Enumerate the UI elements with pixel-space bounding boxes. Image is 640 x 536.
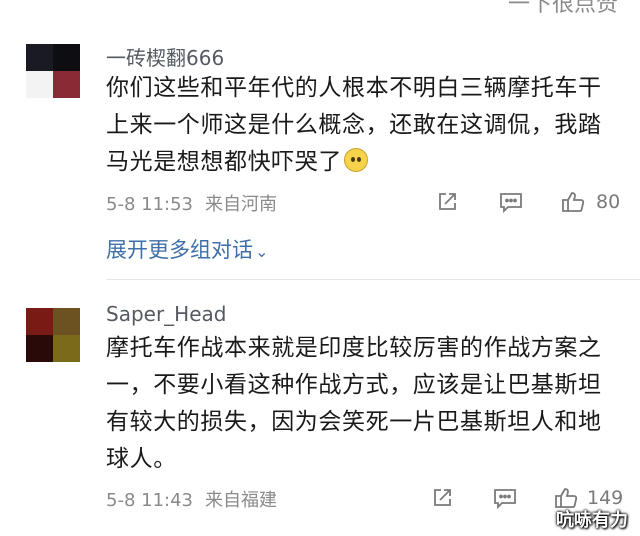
comment-location: 来自福建 (205, 490, 277, 511)
comment-line: 你们这些和平年代的人根本不明白三辆摩托车干 (106, 75, 602, 101)
expand-more-replies-link[interactable]: 展开更多组对话 ⌄ (106, 234, 268, 264)
expand-label: 展开更多组对话 (106, 238, 253, 262)
comment-time: 5-8 11:43 (106, 490, 193, 511)
share-icon (439, 193, 456, 210)
avatar-tile (26, 71, 53, 98)
username[interactable]: Saper_Head (106, 302, 226, 326)
watermark: 吭哧有力 (556, 510, 628, 531)
avatar-tile (26, 335, 53, 362)
comment-icon (500, 193, 522, 214)
comment-location: 来自河南 (205, 194, 277, 215)
avatar-tile (53, 44, 80, 71)
username[interactable]: 一砖楔翻666 (106, 42, 224, 71)
comment-line-last: 马光是想想都快吓哭了 (106, 144, 626, 181)
thumbs-up-icon (562, 192, 585, 212)
comment-item: 一砖楔翻666 你们这些和平年代的人根本不明白三辆摩托车干 上来一个师这是什么概… (0, 0, 640, 280)
avatar[interactable] (26, 44, 80, 98)
avatar-tile (53, 335, 80, 362)
comment-line: 一，不要小看这种作战方式，应该是让巴基斯坦 (106, 372, 602, 398)
comment-line-text: 马光是想想都快吓哭了 (106, 149, 342, 175)
comment-button[interactable] (498, 190, 524, 214)
comment-meta: 5-8 11:53 来自河南 (106, 190, 277, 216)
share-button[interactable] (435, 190, 459, 214)
comment-text: 你们这些和平年代的人根本不明白三辆摩托车干 上来一个师这是什么概念，还敢在这调侃… (106, 70, 626, 181)
comment-meta: 5-8 11:43 来自福建 (106, 486, 277, 512)
chevron-down-icon: ⌄ (255, 242, 269, 261)
share-icon (434, 489, 451, 506)
avatar-tile (26, 308, 53, 335)
comment-icon (494, 489, 516, 510)
crying-face-emoji-icon (344, 148, 368, 172)
comment-line: 球人。 (106, 446, 177, 472)
avatar-tile (53, 71, 80, 98)
avatar-tile (26, 44, 53, 71)
avatar[interactable] (26, 308, 80, 362)
comment-line: 摩托车作战本来就是印度比较厉害的作战方案之 (106, 335, 602, 361)
comment-text: 摩托车作战本来就是印度比较厉害的作战方案之 一，不要小看这种作战方式，应该是让巴… (106, 330, 626, 478)
share-button[interactable] (430, 486, 454, 510)
like-count: 80 (596, 191, 621, 213)
comment-item: Saper_Head 摩托车作战本来就是印度比较厉害的作战方案之 一，不要小看这… (0, 280, 640, 536)
comment-time: 5-8 11:53 (106, 194, 193, 215)
comment-button[interactable] (492, 486, 518, 510)
avatar-tile (53, 308, 80, 335)
comment-line: 上来一个师这是什么概念，还敢在这调侃，我踏 (106, 112, 602, 138)
comment-line: 有较大的损失，因为会笑死一片巴基斯坦人和地 (106, 409, 602, 435)
like-button[interactable]: 80 (560, 190, 620, 214)
